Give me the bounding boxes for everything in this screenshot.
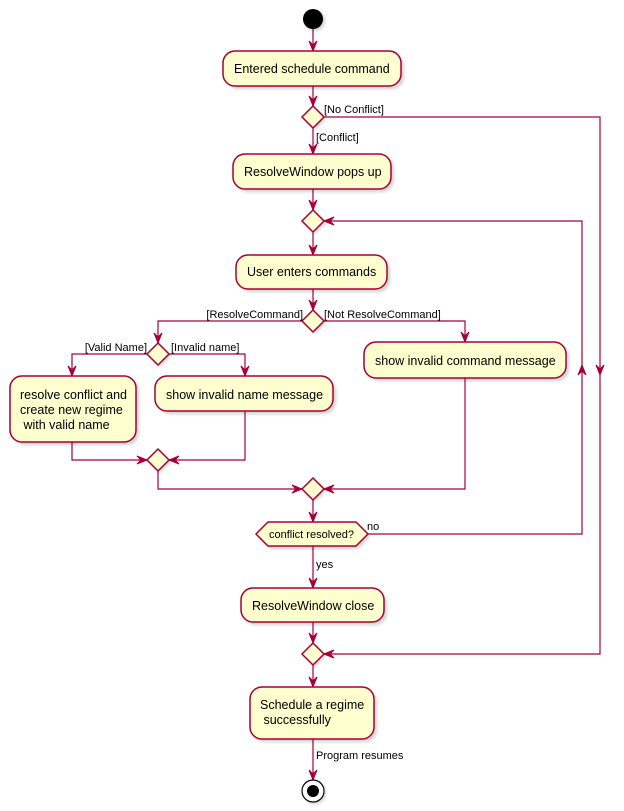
edge-invalid-name [169, 353, 246, 376]
activity-label: resolve conflict and [20, 388, 127, 402]
edge-invalid-name-to-merge [169, 411, 246, 461]
activity-label: ResolveWindow close [252, 599, 374, 613]
decision-label: conflict resolved? [269, 529, 354, 541]
label-yes: yes [316, 559, 334, 571]
activity-label: ResolveWindow pops up [244, 165, 382, 179]
activity-label: Schedule a regime [260, 698, 364, 712]
activity-label: Entered schedule command [234, 62, 390, 76]
activity-schedule-success: Schedule a regime successfully [249, 686, 377, 742]
merge-final [300, 641, 326, 667]
decision-conflict-resolved: conflict resolved? [254, 521, 370, 549]
label-program-resumes: Program resumes [316, 750, 404, 762]
decision-conflict [300, 104, 326, 130]
activity-resolve-window-pops-up: ResolveWindow pops up [232, 153, 394, 192]
end-node-core [307, 785, 319, 797]
activity-label: with valid name [20, 418, 110, 432]
start-node [303, 9, 323, 29]
edge-resolve-command [157, 320, 302, 343]
merge-name-branch [145, 447, 171, 473]
decision-name-valid [145, 341, 171, 367]
label-no-conflict: [No Conflict] [324, 104, 384, 116]
label-invalid-name: [Invalid name] [171, 342, 239, 354]
arrowheads [67, 40, 605, 782]
activity-user-enters-commands: User enters commands [235, 254, 390, 292]
activity-resolve-conflict: resolve conflict and create new regime w… [9, 375, 139, 445]
edge-valid-name [71, 353, 147, 376]
activity-label: create new regime [20, 403, 123, 417]
activity-diagram: Entered schedule command ResolveWindow p… [9, 9, 605, 804]
decision-command-type [300, 308, 326, 334]
edge-invalid-command-to-merge [324, 378, 466, 490]
label-no: no [367, 521, 379, 533]
activity-label: successfully [260, 713, 332, 727]
activity-resolve-window-close: ResolveWindow close [240, 587, 387, 625]
merge-command-branch [300, 476, 326, 502]
edge-merge-to-merge [157, 471, 302, 490]
activity-label: show invalid name message [166, 388, 323, 402]
activity-show-invalid-name-message: show invalid name message [154, 375, 336, 414]
label-resolve-command: [ResolveCommand] [206, 309, 303, 321]
merge-loop-start [300, 208, 326, 234]
activity-show-invalid-command-message: show invalid command message [363, 341, 569, 381]
activity-entered-schedule-command: Entered schedule command [222, 50, 404, 89]
edge-no-conflict [324, 116, 601, 655]
activity-label: User enters commands [247, 265, 376, 279]
activity-label: show invalid command message [375, 354, 556, 368]
label-valid-name: [Valid Name] [85, 342, 147, 354]
label-not-resolve-command: [Not ResolveCommand] [324, 309, 441, 321]
edge-not-resolve-command [324, 320, 466, 342]
label-conflict: [Conflict] [316, 132, 359, 144]
